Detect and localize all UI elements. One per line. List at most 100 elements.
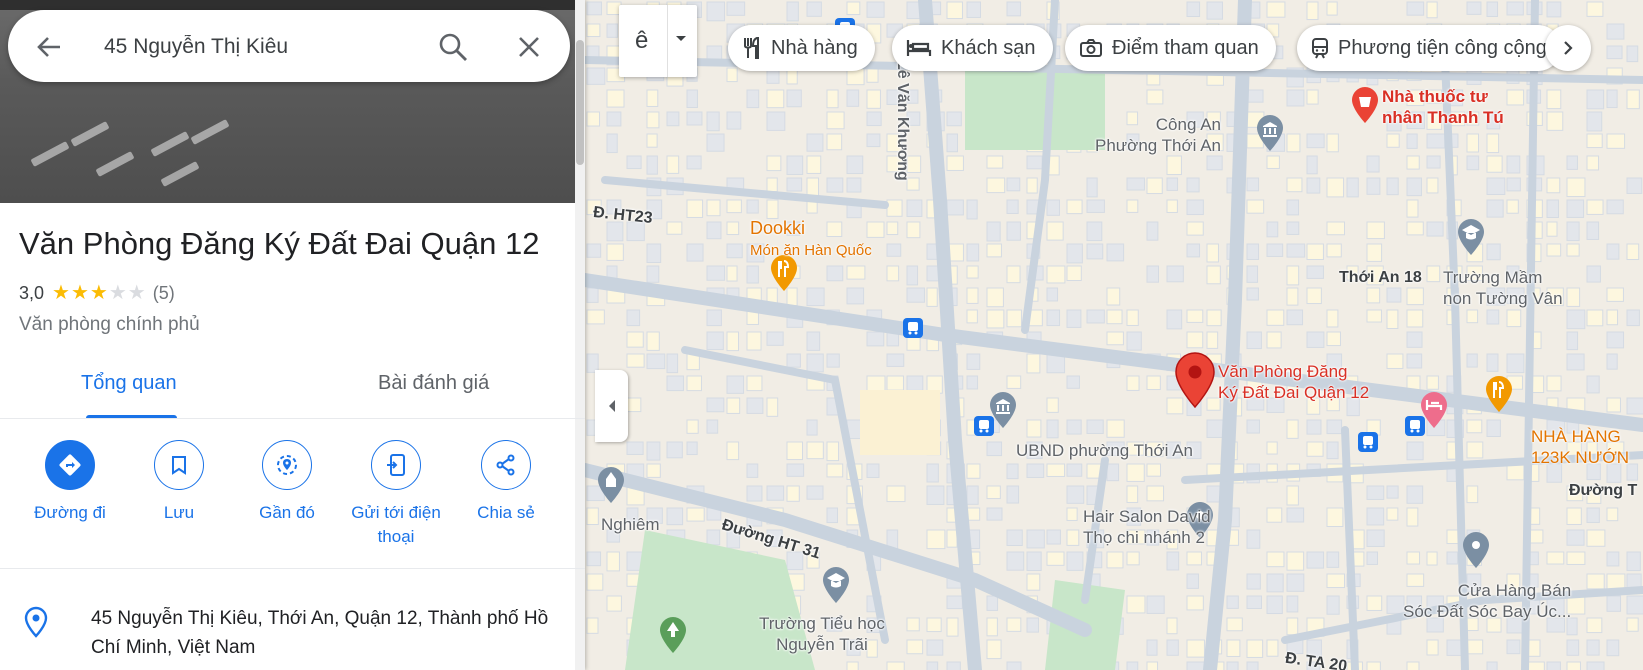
building [966,265,979,279]
map-label-school[interactable]: Trường Mầm non Tường Vân [1443,267,1563,309]
map-canvas[interactable]: Nhà thuốc tư nhân Thanh Tú Công An Phường … [585,0,1643,670]
building [1246,639,1264,658]
bus-stop-icon[interactable] [903,318,923,343]
building [826,111,845,130]
building [1006,221,1021,241]
building [1366,309,1382,323]
school-marker-icon[interactable] [821,565,851,610]
building [986,617,998,637]
building [1546,551,1565,565]
building [846,89,860,107]
building [1186,243,1201,258]
nearby-button[interactable]: Gần đó [232,440,342,525]
share-button[interactable]: Chia sẻ [451,440,561,525]
back-arrow-icon[interactable] [34,32,64,62]
review-count[interactable]: (5) [153,283,175,304]
shop-marker-icon[interactable] [1461,530,1491,575]
building [966,507,981,521]
place-category[interactable]: Văn phòng chính phủ [19,314,200,336]
bus-stop-icon[interactable] [1405,416,1425,441]
building [686,419,699,434]
caret-down-icon[interactable] [674,31,688,49]
building [1406,177,1422,197]
tab-reviews[interactable]: Bài đánh giá [378,372,489,395]
map-label-selected-place[interactable]: Văn Phòng Đăng Ký Đất Đai Quận 12 [1218,361,1369,403]
rating-row[interactable]: 3,0 ★★★★★ (5) [19,283,175,304]
building [1326,1,1338,16]
building [1146,375,1161,391]
map-label-shop[interactable]: Cửa Hàng Bán Sóc Đất Sóc Bay Úc... [1403,580,1571,622]
building [1426,155,1441,169]
directions-button[interactable]: Đường đi [15,440,125,525]
building [1066,551,1084,571]
building [746,375,763,392]
building [926,529,946,550]
building [686,199,704,218]
building [1326,309,1339,328]
restaurant-marker-icon[interactable] [1484,374,1514,419]
map-label-nha-hang[interactable]: NHÀ HÀNG 123K NƯỚN [1531,426,1629,468]
map-label-primary-school[interactable]: Trường Tiểu học Nguyễn Trãi [759,613,885,655]
building [1586,573,1605,590]
building [1186,551,1202,566]
building [1046,265,1066,284]
close-icon[interactable] [512,30,546,64]
scrollbar-thumb[interactable] [576,40,584,165]
map-label-text: nhân Thanh Tú [1382,108,1504,127]
search-icon[interactable] [436,30,470,64]
building [926,617,942,633]
building [1146,485,1165,502]
chip-hotels[interactable]: Khách sạn [892,25,1053,71]
tab-overview[interactable]: Tổng quan [81,372,177,395]
chip-transit[interactable]: Phương tiện công cộng [1297,25,1561,71]
building [1546,177,1561,194]
building [1406,507,1419,527]
building [1606,397,1621,413]
building [1606,287,1624,302]
map-label-ubnd[interactable]: UBND phường Thới An [1016,440,1193,461]
chip-scroll-right-button[interactable] [1545,25,1591,71]
building [1266,243,1284,257]
layer-glyph[interactable]: ê [635,27,648,55]
building [1286,617,1299,636]
chip-restaurants[interactable]: Nhà hàng [728,25,875,71]
building [1486,661,1498,670]
building [1326,573,1346,589]
search-input[interactable] [102,28,416,66]
building [1206,155,1223,171]
school-marker-icon[interactable] [1456,217,1486,262]
building [606,243,624,261]
building [1226,617,1243,632]
police-marker-icon[interactable] [1255,113,1285,158]
building [1306,89,1319,105]
collapse-panel-button[interactable] [595,370,628,442]
building [766,177,778,193]
building [1226,595,1239,609]
map-label-police[interactable]: Công An Phường Thới An [1095,114,1221,156]
building [646,243,662,263]
panel-scrollbar[interactable] [575,0,585,670]
bus-stop-icon[interactable] [1358,432,1378,457]
map-label-pharmacy[interactable]: Nhà thuốc tư nhân Thanh Tú [1382,86,1504,128]
selected-place-pin-icon[interactable] [1175,352,1215,413]
send-to-phone-button[interactable]: Gửi tới điện thoại [341,440,451,549]
building [846,287,865,305]
building [946,617,959,637]
pharmacy-marker-icon[interactable] [1350,85,1380,130]
building [1186,331,1204,349]
bus-stop-icon[interactable] [974,416,994,441]
building [1606,507,1619,522]
map-label-dookki[interactable]: Dookki Món ăn Hàn Quốc [750,218,872,261]
save-button[interactable]: Lưu [124,440,234,525]
building [1186,1,1201,18]
building [1246,331,1262,350]
chip-attractions[interactable]: Điểm tham quan [1065,25,1276,71]
building [1286,177,1303,193]
building [1206,331,1219,349]
worship-marker-icon[interactable] [596,465,626,510]
map-label-hair-salon[interactable]: Hair Salon David Thọ chi nhánh 2 [1083,506,1211,548]
building [946,199,964,216]
building [886,265,900,282]
park-marker-icon[interactable] [658,615,688,660]
building [1606,595,1622,612]
